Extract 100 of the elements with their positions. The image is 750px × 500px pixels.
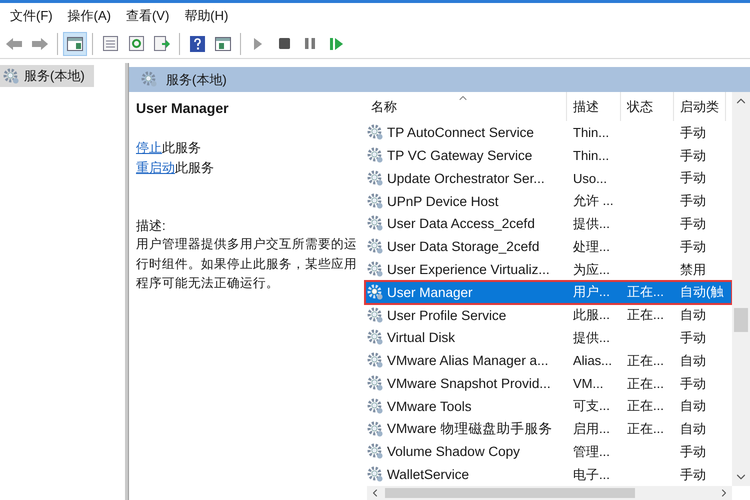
menu-item[interactable]: 查看(V) — [120, 7, 178, 25]
service-row[interactable]: TP AutoConnect Service Thin... 手动 — [365, 121, 732, 144]
action-link[interactable]: 停止 — [136, 138, 162, 158]
tree-item[interactable]: 服务(本地) — [0, 65, 94, 87]
gear-icon — [3, 68, 20, 84]
horizontal-scrollbar[interactable] — [367, 486, 732, 500]
table-cell-text: 手动 — [679, 146, 707, 165]
table-cell-text: Thin... — [572, 125, 610, 140]
service-row[interactable]: User Data Storage_2cefd 处理... 手动 — [365, 235, 732, 258]
table-cell-text: 手动 — [679, 442, 707, 461]
gear-icon — [367, 306, 384, 324]
column-header[interactable]: 描述 — [567, 92, 621, 122]
service-row[interactable]: User Experience Virtualiz... 为应... 禁用 — [365, 258, 732, 281]
service-name: Volume Shadow Copy — [387, 444, 520, 460]
gear-icon — [367, 398, 384, 415]
table-cell-text: 手动 — [679, 214, 707, 233]
service-name: Virtual Disk — [387, 330, 456, 346]
column-header[interactable]: 状态 — [621, 92, 674, 122]
service-name: VMware Tools — [387, 398, 472, 414]
table-cell-text: 手动 — [679, 124, 707, 142]
table-cell-text: 手动 — [679, 328, 707, 347]
resume-icon — [330, 38, 342, 50]
action-text: 此服务 — [175, 159, 214, 177]
service-row[interactable]: VMware Alias Manager a... Alias... 正在... 自动 — [365, 349, 732, 372]
table-cell-text: 电子... — [572, 466, 611, 484]
table-cell-text: 为应... — [572, 260, 611, 279]
table-cell-text: Alias... — [572, 353, 614, 368]
service-name: UPnP Device Host — [387, 194, 499, 209]
gear-icon — [367, 420, 384, 438]
table-cell-text: 自动 — [679, 306, 707, 324]
table-cell-text: 自动 — [679, 397, 707, 416]
toolbar-button[interactable] — [63, 32, 87, 56]
play-icon — [253, 38, 263, 50]
table-cell-text: 自动 — [679, 420, 707, 438]
menu-item[interactable]: 操作(A) — [62, 7, 120, 25]
gear-icon — [367, 284, 384, 301]
table-cell-text: 允许 ... — [572, 192, 614, 210]
gear-icon — [367, 147, 384, 164]
table-cell-text: 正在... — [626, 283, 665, 302]
help-icon — [190, 36, 204, 52]
gear-icon — [367, 466, 384, 484]
table-cell-text: 自动 — [679, 352, 707, 370]
service-row[interactable]: TP VC Gateway Service Thin... 手动 — [365, 144, 732, 167]
service-name: User Data Access_2cefd — [387, 216, 535, 232]
service-title: User Manager — [136, 100, 230, 116]
column-header[interactable]: 启动类 — [674, 92, 726, 122]
action-link[interactable]: 重启动 — [136, 158, 175, 178]
service-row[interactable]: Update Orchestrator Ser... Uso... 手动 — [365, 166, 732, 190]
gear-icon — [367, 192, 384, 210]
service-row[interactable]: User Data Access_2cefd 提供... 手动 — [365, 212, 732, 236]
service-row[interactable]: User Profile Service 此服... 正在... 自动 — [365, 304, 732, 327]
table-cell-text: 提供... — [572, 214, 611, 233]
service-row[interactable]: UPnP Device Host 允许 ... 手动 — [365, 190, 732, 213]
gear-icon — [141, 71, 158, 88]
service-row[interactable]: VMware Snapshot Provid... VM... 正在... 手动 — [365, 372, 732, 395]
service-name: User Data Storage_2cefd — [387, 239, 540, 254]
service-row[interactable]: Virtual Disk 提供... 手动 — [365, 326, 732, 350]
table-cell-text: 管理... — [572, 442, 611, 461]
service-row[interactable]: VMware Tools 可支... 正在... 自动 — [365, 394, 732, 418]
service-name: WalletService — [387, 467, 470, 482]
menu-item[interactable]: 帮助(H) — [178, 7, 238, 25]
gear-icon — [367, 261, 384, 278]
pause-icon — [305, 38, 315, 49]
vertical-scrollbar[interactable] — [732, 92, 750, 486]
table-cell-text: VM... — [572, 376, 604, 391]
table-cell-text: Uso... — [572, 170, 608, 186]
gear-icon — [367, 443, 384, 460]
table-cell-text: 手动 — [679, 169, 707, 188]
service-name: TP VC Gateway Service — [387, 148, 532, 164]
scroll-thumb[interactable] — [385, 488, 635, 498]
table-cell-text: 正在... — [626, 397, 665, 416]
scroll-thumb[interactable] — [734, 308, 748, 332]
gear-icon — [367, 238, 384, 256]
table-cell-text: 正在... — [626, 420, 665, 438]
gear-icon — [367, 170, 384, 187]
service-row[interactable]: VMware 物理磁盘助手服务 启用... 正在... 自动 — [365, 418, 732, 440]
table-cell-text: 此服... — [572, 306, 611, 324]
gear-icon — [367, 215, 384, 232]
gear-icon — [367, 375, 384, 392]
table-cell-text: 正在... — [626, 352, 665, 370]
menu-item[interactable]: 文件(F) — [4, 7, 62, 25]
service-row[interactable]: User Manager 用户... 正在... 自动(触 — [365, 280, 732, 304]
table-cell-text: 处理... — [572, 238, 611, 256]
service-name: Update Orchestrator Ser... — [387, 170, 545, 186]
service-name: User Profile Service — [387, 308, 506, 323]
service-row[interactable]: Volume Shadow Copy 管理... 手动 — [365, 440, 732, 464]
table-cell-text: 手动 — [679, 192, 707, 210]
table-cell-text: 手动 — [679, 238, 707, 256]
table-cell-text: 手动 — [679, 466, 707, 484]
service-name: TP AutoConnect Service — [387, 125, 534, 140]
back-arrow-icon — [5, 36, 23, 50]
service-name: User Manager — [387, 284, 473, 300]
action-text: 此服务 — [162, 139, 201, 157]
column-header[interactable]: 名称 — [365, 92, 567, 122]
service-row[interactable]: WalletService 电子... 手动 — [365, 463, 732, 486]
table-cell-text: 自动(触 — [679, 283, 724, 302]
table-cell-text: 提供... — [572, 328, 611, 347]
table-cell-text: 禁用 — [679, 260, 707, 279]
service-name: VMware Alias Manager a... — [387, 353, 548, 368]
refresh-icon — [128, 36, 144, 51]
